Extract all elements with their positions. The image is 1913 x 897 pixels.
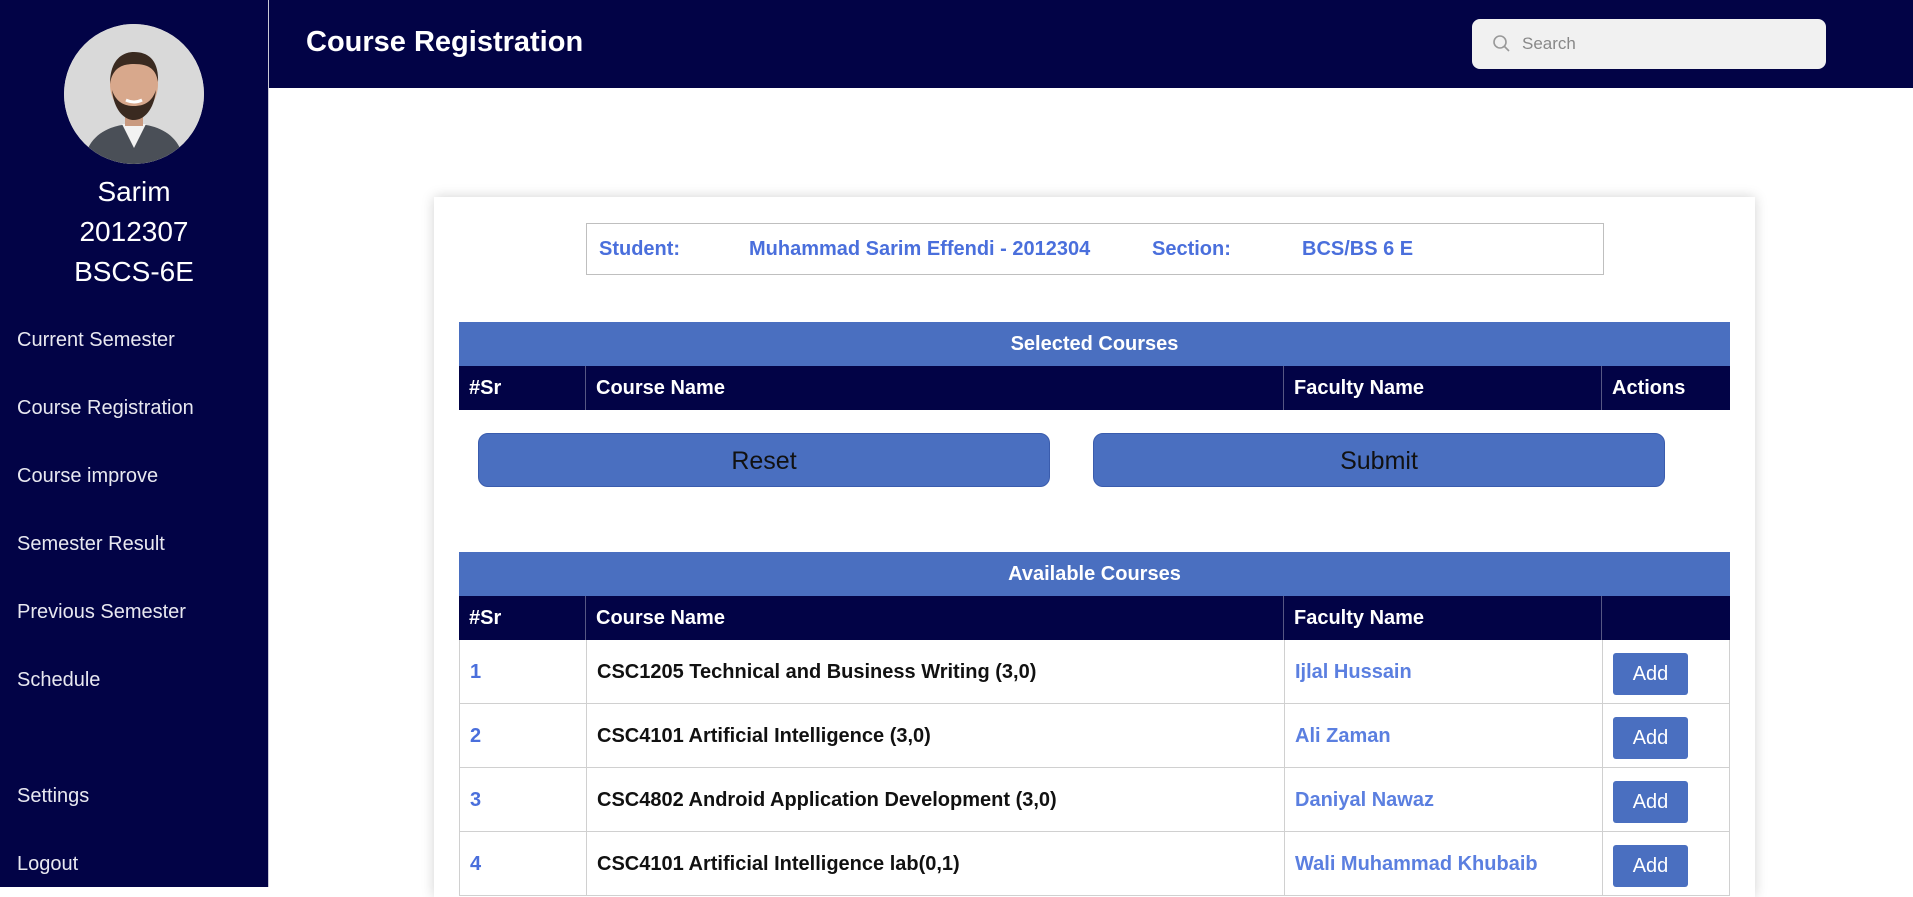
sidebar: Sarim 2012307 BSCS-6E Current Semester C…	[0, 0, 268, 887]
add-course-button[interactable]: Add	[1613, 845, 1688, 887]
add-course-button[interactable]: Add	[1613, 717, 1688, 759]
row-action-cell: Add	[1603, 640, 1730, 704]
available-courses-title: Available Courses	[459, 552, 1730, 596]
profile-program: BSCS-6E	[74, 256, 194, 287]
column-header-actions: Actions	[1612, 377, 1686, 399]
column-header-course-name: Course Name	[586, 366, 1284, 410]
profile-name: Sarim	[97, 176, 171, 207]
row-action-cell: Add	[1603, 768, 1730, 832]
row-faculty-name: Wali Muhammad Khubaib	[1285, 832, 1603, 896]
row-course-name: CSC4802 Android Application Development …	[587, 768, 1285, 832]
section-label: Section:	[1152, 238, 1231, 260]
row-faculty-name: Daniyal Nawaz	[1285, 768, 1603, 832]
row-action-cell: Add	[1603, 832, 1730, 896]
search-icon	[1493, 35, 1510, 52]
sidebar-item-course-registration[interactable]: Course Registration	[17, 397, 194, 420]
top-bar: Course Registration	[269, 0, 1913, 88]
sidebar-item-settings[interactable]: Settings	[17, 785, 89, 808]
table-row: 4 CSC4101 Artificial Intelligence lab(0,…	[459, 832, 1730, 896]
row-course-name: CSC4101 Artificial Intelligence lab(0,1)	[587, 832, 1285, 896]
page-title: Course Registration	[306, 26, 584, 58]
table-row: 1 CSC1205 Technical and Business Writing…	[459, 640, 1730, 704]
section-value: BCS/BS 6 E	[1302, 238, 1414, 260]
row-sr: 1	[460, 640, 587, 704]
column-header-course-name: Course Name	[586, 596, 1284, 640]
table-row: 3 CSC4802 Android Application Developmen…	[459, 768, 1730, 832]
sidebar-divider	[268, 0, 269, 887]
column-header-faculty-name: Faculty Name	[1284, 596, 1602, 640]
profile-id: 2012307	[79, 216, 189, 247]
avatar	[64, 24, 204, 164]
column-header-sr: #Sr	[459, 366, 586, 410]
column-header-faculty-name: Faculty Name	[1284, 366, 1602, 410]
row-sr: 4	[460, 832, 587, 896]
row-faculty-name: Ijlal Hussain	[1285, 640, 1603, 704]
search-input[interactable]	[1522, 29, 1812, 59]
sidebar-item-current-semester[interactable]: Current Semester	[17, 329, 175, 352]
row-sr: 3	[460, 768, 587, 832]
row-sr: 2	[460, 704, 587, 768]
column-header-sr: #Sr	[459, 596, 586, 640]
student-info-box: Student: Muhammad Sarim Effendi - 201230…	[586, 223, 1604, 275]
row-course-name: CSC1205 Technical and Business Writing (…	[587, 640, 1285, 704]
sidebar-item-schedule[interactable]: Schedule	[17, 669, 100, 692]
sidebar-item-previous-semester[interactable]: Previous Semester	[17, 601, 186, 624]
registration-card: Student: Muhammad Sarim Effendi - 201230…	[434, 197, 1755, 897]
search-box	[1472, 19, 1826, 69]
table-row: 2 CSC4101 Artificial Intelligence (3,0) …	[459, 704, 1730, 768]
column-header-action	[1602, 596, 1730, 640]
available-courses-header: #Sr Course Name Faculty Name	[459, 596, 1730, 640]
reset-button[interactable]: Reset	[478, 433, 1050, 487]
add-course-button[interactable]: Add	[1613, 653, 1688, 695]
row-course-name: CSC4101 Artificial Intelligence (3,0)	[587, 704, 1285, 768]
student-label: Student:	[599, 238, 681, 260]
selected-courses-title: Selected Courses	[459, 322, 1730, 366]
sidebar-item-course-improve[interactable]: Course improve	[17, 465, 158, 488]
selected-courses-header: #Sr Course Name Faculty Name Actions	[459, 366, 1730, 410]
avatar-image	[64, 24, 204, 164]
sidebar-item-semester-result[interactable]: Semester Result	[17, 533, 165, 556]
row-action-cell: Add	[1603, 704, 1730, 768]
add-course-button[interactable]: Add	[1613, 781, 1688, 823]
row-faculty-name: Ali Zaman	[1285, 704, 1603, 768]
sidebar-item-logout[interactable]: Logout	[17, 853, 78, 876]
submit-button[interactable]: Submit	[1093, 433, 1665, 487]
student-value: Muhammad Sarim Effendi - 2012304	[749, 238, 1091, 260]
